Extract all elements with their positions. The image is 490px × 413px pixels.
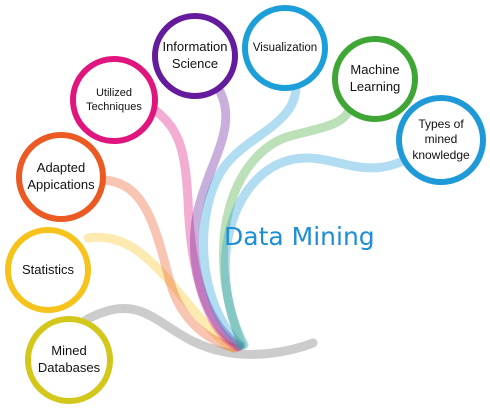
node-label-line: Adapted: [36, 160, 86, 176]
node-mined-databases: Mined Databases: [25, 316, 113, 404]
node-label-line: Machine: [350, 62, 400, 78]
diagram-canvas: Mined Databases Statistics Adapted Appicat…: [0, 0, 490, 413]
node-label-line: Statistics: [21, 261, 74, 277]
node-label-line: Visualization: [252, 41, 318, 54]
node-statistics: Statistics: [5, 227, 91, 313]
node-label-line: Learning: [349, 79, 401, 94]
node-information-science: Information Science: [152, 13, 238, 99]
node-adapted-applications: Adapted Appications: [16, 132, 106, 222]
node-label: Utilized Techniques: [86, 86, 142, 115]
node-label: Statistics: [22, 262, 74, 279]
node-label-line: Information: [162, 39, 228, 55]
connector-visualization: [199, 79, 301, 350]
node-label-line: Techniques: [86, 101, 142, 113]
node-label: Visualization: [253, 41, 317, 56]
node-label-line: Databases: [37, 360, 101, 375]
node-label: Information Science: [162, 39, 227, 73]
node-label: Adapted Appications: [27, 160, 94, 194]
node-visualization: Visualization: [242, 5, 328, 91]
node-machine-learning: Machine Learning: [332, 36, 418, 122]
node-label-line: Utilized: [95, 86, 133, 99]
node-label: Machine Learning: [350, 62, 401, 96]
node-label-line: Types of: [418, 116, 464, 131]
node-types-of-mined-knowledge: Types of mined knowledge: [396, 95, 486, 185]
node-label: Mined Databases: [38, 343, 100, 377]
node-label-line: Appications: [27, 177, 95, 192]
node-label-line: knowledge: [412, 147, 470, 162]
node-label-line: Science: [171, 56, 219, 71]
connector-types-of-mined-knowledge: [220, 153, 410, 350]
node-label: Types of mined knowledge: [412, 117, 469, 164]
node-utilized-techniques: Utilized Techniques: [70, 56, 158, 144]
node-label-line: mined: [424, 132, 458, 147]
diagram-title: Data Mining: [224, 222, 375, 251]
node-label-line: Mined: [51, 343, 87, 359]
